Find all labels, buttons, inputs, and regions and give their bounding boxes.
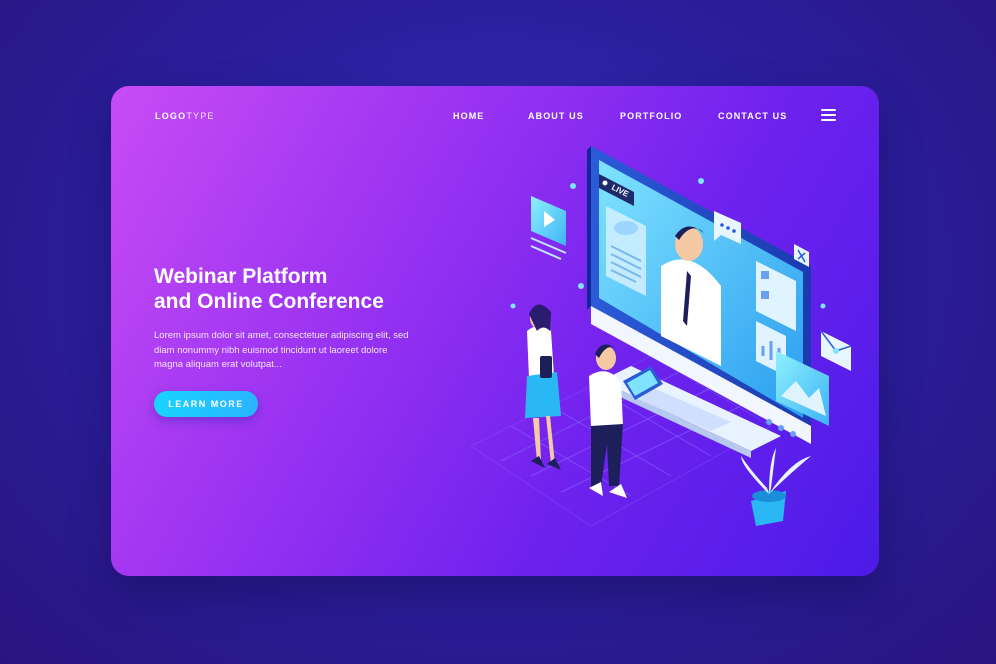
hero-title-line-2: and Online Conference bbox=[154, 290, 384, 313]
nav-about-us[interactable]: ABOUT US bbox=[528, 111, 584, 121]
hero-title: Webinar Platform and Online Conference bbox=[154, 264, 474, 314]
learn-more-button[interactable]: LEARN MORE bbox=[154, 391, 258, 417]
hero-title-line-1: Webinar Platform bbox=[154, 265, 328, 288]
plant-pot bbox=[741, 448, 811, 526]
video-play-card bbox=[530, 196, 567, 260]
webinar-illustration: LIVE bbox=[470, 146, 852, 527]
hamburger-menu-icon[interactable] bbox=[821, 108, 836, 122]
logotype[interactable]: LOGOTYPE bbox=[155, 111, 215, 121]
nav-contact-us[interactable]: CONTACT US bbox=[718, 111, 787, 121]
nav-portfolio[interactable]: PORTFOLIO bbox=[620, 111, 682, 121]
folder-icon bbox=[540, 356, 552, 378]
logo-light-text: TYPE bbox=[186, 111, 215, 121]
hero-body-text: Lorem ipsum dolor sit amet, consectetuer… bbox=[154, 330, 409, 370]
landing-card: LOGOTYPE HOME ABOUT US PORTFOLIO CONTACT… bbox=[111, 86, 879, 576]
logo-bold-text: LOGO bbox=[155, 111, 187, 121]
nav-home[interactable]: HOME bbox=[453, 111, 484, 121]
